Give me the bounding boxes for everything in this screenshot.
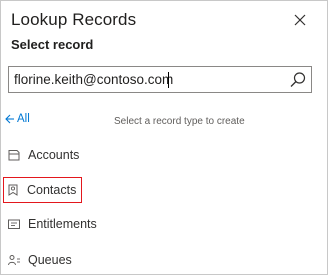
record-type-label: Contacts	[27, 183, 77, 197]
search-icon[interactable]	[288, 70, 308, 90]
record-type-queues[interactable]: Queues	[5, 249, 76, 271]
account-icon	[7, 148, 21, 162]
contact-icon	[6, 183, 20, 197]
record-type-contacts[interactable]: Contacts	[3, 177, 82, 203]
entitlement-icon	[7, 217, 21, 231]
record-type-label: Queues	[28, 253, 72, 267]
dialog-title: Lookup Records	[11, 10, 137, 29]
back-all-link[interactable]: All	[5, 113, 30, 125]
search-field	[8, 66, 312, 93]
lookup-records-panel: Lookup Records Select record All Select …	[0, 0, 328, 275]
record-type-entitlements[interactable]: Entitlements	[5, 213, 101, 235]
record-type-label: Accounts	[28, 148, 80, 162]
create-hint: Select a record type to create	[114, 116, 245, 127]
search-input[interactable]	[9, 67, 279, 92]
back-all-label: All	[17, 113, 30, 125]
close-icon[interactable]	[293, 13, 307, 27]
arrow-left-icon	[5, 114, 14, 124]
dialog-subtitle: Select record	[11, 37, 94, 52]
record-type-label: Entitlements	[28, 217, 97, 231]
record-type-accounts[interactable]: Accounts	[5, 144, 83, 166]
text-cursor	[168, 72, 169, 88]
queue-icon	[7, 253, 21, 267]
